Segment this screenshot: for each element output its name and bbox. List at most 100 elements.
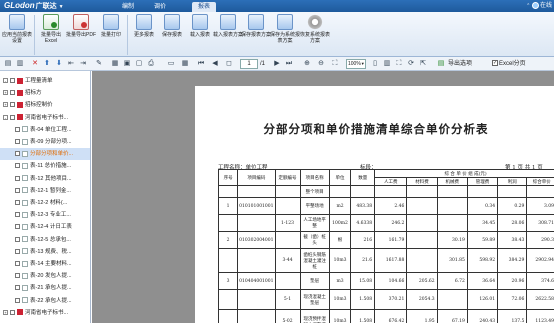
tree-checkbox[interactable] (15, 273, 20, 279)
batch-print-button[interactable]: 批量打印 (96, 14, 126, 38)
page-setup-icon[interactable]: ▢ (134, 59, 144, 69)
tree-checkbox[interactable] (15, 261, 20, 267)
move-up-icon[interactable]: ⬆ (42, 59, 52, 69)
save-as-system-scheme-button[interactable]: 保存为系统报表方案 (269, 14, 301, 44)
tree-checkbox[interactable] (15, 285, 20, 291)
tree-item[interactable]: 表-12-4 计日工表 (0, 221, 90, 233)
zoom-select[interactable]: 100%▼ (346, 59, 366, 69)
cell-profit: 28.06 (497, 214, 528, 232)
grid-icon[interactable]: ▦ (180, 59, 190, 69)
move-down-icon[interactable]: ⬇ (54, 59, 64, 69)
tree-checkbox[interactable] (15, 248, 20, 254)
print-icon[interactable]: ⎙ (146, 59, 156, 69)
cell-code: 010302004001 (237, 231, 276, 249)
report-table: 序号 项目编码 定额编号 项目名称 单位 数量 综 合 单 价 组 成(元) 人… (217, 169, 554, 323)
tree-item[interactable]: 表-22 承包人提... (0, 295, 90, 307)
tree-checkbox[interactable] (15, 175, 20, 181)
batch-export-excel-button[interactable]: 批量导出Excel (36, 14, 66, 44)
tree-item[interactable]: + 招标控制价 (0, 99, 90, 111)
tree-checkbox[interactable] (15, 297, 20, 303)
tree-checkbox[interactable] (15, 212, 20, 218)
expand-icon[interactable]: ▥ (15, 59, 25, 69)
export-options-button[interactable]: 导出选项 (448, 59, 472, 69)
tree-checkbox[interactable] (10, 309, 15, 315)
tree-checkbox[interactable] (15, 200, 20, 206)
load-report-button[interactable]: 载入报表 (185, 14, 215, 38)
tree-item[interactable]: 表-21 承包人提... (0, 282, 90, 294)
expand-icon[interactable]: + (3, 102, 8, 108)
tree-item[interactable]: 分部分项和单价... (0, 148, 90, 161)
tree-item[interactable]: 表-14 主要材料... (0, 258, 90, 270)
tree-item[interactable]: 表-12-2 材料(... (0, 197, 90, 209)
zoom-in-icon[interactable]: ⊕ (302, 59, 312, 69)
tab-price-adjust[interactable]: 调价 (148, 2, 172, 12)
first-page-icon[interactable]: ⏮ (196, 59, 206, 69)
apply-report-settings-button[interactable]: 应用当前报表设置 (2, 14, 32, 44)
collapse-icon[interactable]: - (3, 78, 8, 84)
tree-checkbox[interactable] (15, 163, 20, 169)
tree-checkbox[interactable] (15, 187, 20, 193)
tree-item[interactable]: + 招标方 (0, 87, 90, 99)
cell-unit: 100m2 (328, 214, 352, 232)
batch-export-pdf-button[interactable]: 批量导出PDF (66, 14, 96, 38)
design-icon[interactable]: ▦ (110, 59, 120, 69)
last-page-icon[interactable]: ⏭ (284, 59, 294, 69)
tree-checkbox[interactable] (15, 126, 20, 132)
refresh-icon[interactable]: ⟳ (406, 59, 416, 69)
tree-item[interactable]: - 工程量清单 (0, 75, 90, 87)
tab-edit[interactable]: 编制 (116, 2, 140, 12)
tree-item-label: 表-09 分部分项... (30, 139, 72, 145)
expand-icon[interactable]: + (3, 90, 8, 96)
preview-icon[interactable]: ▣ (122, 59, 132, 69)
cell-material (406, 248, 438, 273)
tree-item[interactable]: 表-12 其他项目... (0, 173, 90, 185)
more-reports-button[interactable]: 更多报表 (129, 14, 159, 38)
tree-item[interactable]: 表-12-3 专业工... (0, 209, 90, 221)
tree-checkbox[interactable] (10, 114, 15, 120)
tree-item[interactable]: 表-12-5 总承包... (0, 234, 90, 246)
load-report-scheme-button[interactable]: 载入报表方案 (213, 14, 243, 38)
next-page-icon[interactable]: ▶ (272, 59, 282, 69)
tree-checkbox[interactable] (10, 90, 15, 96)
tree-item[interactable]: 表-09 分部分项... (0, 136, 90, 148)
chevron-down-icon[interactable]: ▼ (59, 4, 64, 10)
tree-item[interactable]: 表-20 发包人提... (0, 270, 90, 282)
tree-checkbox[interactable] (10, 102, 15, 108)
tree-item[interactable]: - 河南省电子标书... (0, 112, 90, 124)
cell-seq (217, 185, 239, 198)
outdent-icon[interactable]: ⇥ (78, 59, 88, 69)
full-screen-icon[interactable]: ⛶ (394, 59, 404, 69)
tree-item[interactable]: + 河南省电子标书... (0, 307, 90, 319)
save-report-scheme-button[interactable]: 保存报表方案 (241, 14, 271, 38)
tree-checkbox[interactable] (15, 236, 20, 242)
restore-system-scheme-button[interactable]: 恢复系统报表方案 (299, 14, 331, 44)
expand-icon[interactable]: + (3, 309, 8, 315)
tree-checkbox[interactable] (10, 78, 15, 84)
tree-item[interactable]: 表-12-1 暂列金... (0, 185, 90, 197)
edit-icon[interactable]: ✎ (94, 59, 104, 69)
tree-checkbox[interactable] (15, 139, 20, 145)
collapse-icon[interactable]: - (3, 114, 8, 120)
prev-page-icon[interactable]: ◀ (210, 59, 220, 69)
online-link[interactable]: ⌃ 在线 (526, 0, 552, 12)
excel-pagination-checkbox[interactable]: ✓ Excel分页 (492, 59, 526, 69)
indent-icon[interactable]: ⇤ (66, 59, 76, 69)
delete-icon[interactable]: ✕ (30, 59, 40, 69)
tree-checkbox[interactable] (15, 224, 20, 230)
layout-icon[interactable]: ▭ (166, 59, 176, 69)
single-page-icon[interactable]: ▯ (370, 59, 380, 69)
tree-checkbox[interactable] (15, 151, 20, 157)
page-number-input[interactable]: 1 (240, 59, 258, 69)
zoom-out-icon[interactable]: ⊖ (316, 59, 326, 69)
tab-report[interactable]: 报表 (192, 2, 217, 12)
multi-page-icon[interactable]: ▥ (382, 59, 392, 69)
collapse-icon[interactable]: ▤ (3, 59, 13, 69)
save-report-button[interactable]: 保存报表 (157, 14, 187, 38)
tree-item[interactable]: 表-04 单位工程... (0, 124, 90, 136)
app-logo[interactable]: GLodon广联达 ▼ (4, 0, 64, 12)
cell-quota: 5-1 (274, 289, 301, 310)
fit-page-icon[interactable]: ⛶ (330, 59, 340, 69)
tree-item[interactable]: 表-11 总价措施... (0, 160, 90, 172)
export-icon[interactable]: ⇱ (418, 59, 428, 69)
tree-item[interactable]: 表-13 规费、税... (0, 246, 90, 258)
